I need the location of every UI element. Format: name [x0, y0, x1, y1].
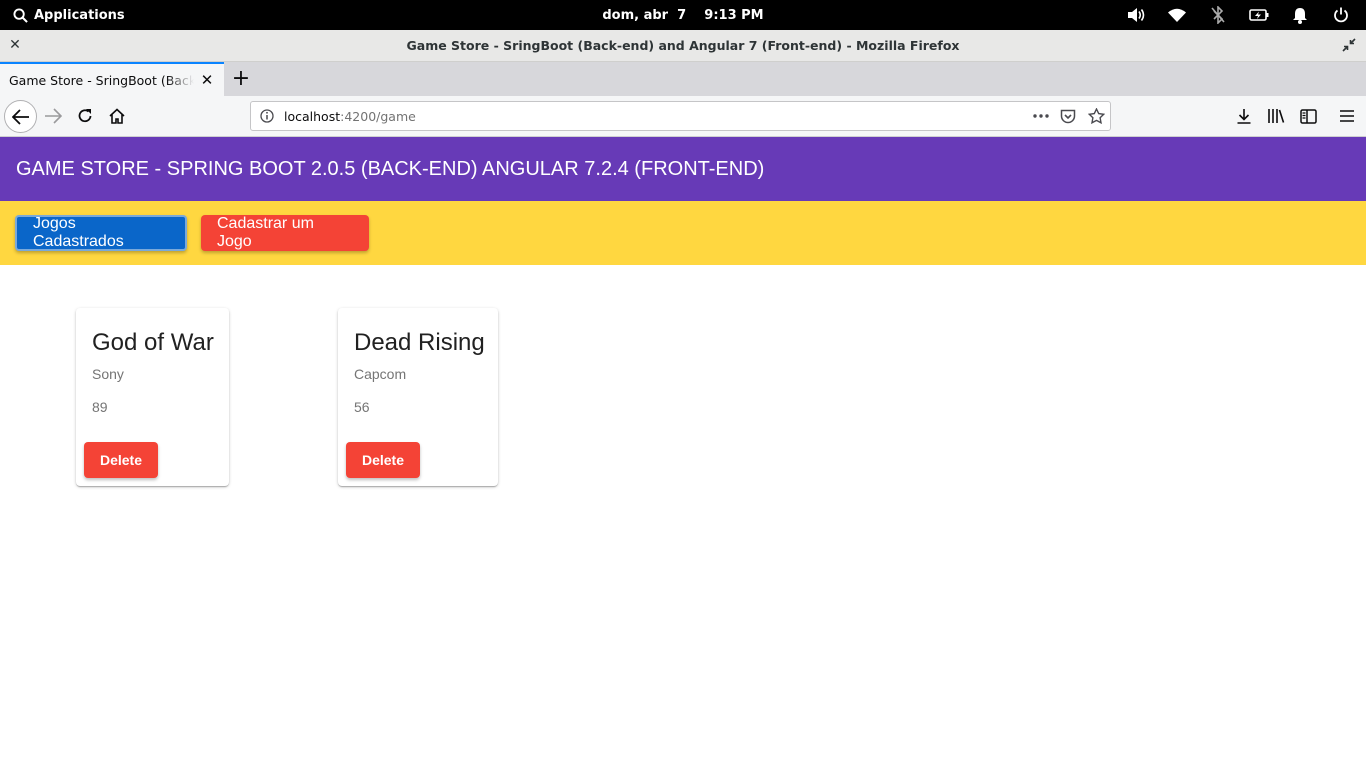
window-title-bar[interactable]: ✕ Game Store - SringBoot (Back-end) and …	[0, 30, 1366, 62]
delete-button[interactable]: Delete	[84, 442, 158, 478]
game-title: God of War	[92, 329, 214, 356]
delete-button[interactable]: Delete	[346, 442, 420, 478]
applications-label: Applications	[34, 7, 125, 23]
home-icon[interactable]	[102, 101, 132, 131]
game-publisher: Capcom	[354, 366, 407, 382]
notifications-icon[interactable]	[1289, 4, 1311, 26]
wifi-icon[interactable]	[1166, 4, 1188, 26]
reload-icon[interactable]	[70, 101, 100, 131]
volume-icon[interactable]	[1125, 4, 1147, 26]
game-score: 56	[354, 399, 370, 415]
applications-menu[interactable]: Applications	[13, 0, 125, 30]
game-card: Dead Rising Capcom 56 Delete	[338, 308, 498, 486]
game-card: God of War Sony 89 Delete	[76, 308, 229, 486]
tab-title: Game Store - SringBoot (Back-end) and An…	[9, 72, 194, 88]
library-icon[interactable]	[1261, 101, 1291, 131]
back-icon[interactable]	[4, 100, 37, 133]
clock[interactable]: dom, abr 7 9:13 PM	[602, 8, 763, 23]
new-tab-icon[interactable]: +	[230, 66, 252, 91]
power-icon[interactable]	[1330, 4, 1352, 26]
system-top-bar: Applications dom, abr 7 9:13 PM	[0, 0, 1366, 30]
app-nav: Jogos Cadastrados Cadastrar um Jogo	[0, 201, 1366, 265]
pocket-icon[interactable]	[1059, 107, 1077, 125]
app-title: GAME STORE - SPRING BOOT 2.0.5 (BACK-END…	[16, 157, 765, 180]
game-title: Dead Rising	[354, 329, 485, 356]
bookmark-star-icon[interactable]	[1087, 107, 1105, 125]
register-game-button[interactable]: Cadastrar um Jogo	[201, 215, 369, 251]
unmaximize-icon[interactable]	[1342, 37, 1358, 53]
url-path: :4200/game	[340, 108, 416, 124]
tab-close-icon[interactable]: ✕	[199, 71, 215, 89]
forward-icon[interactable]	[38, 101, 68, 131]
navigation-toolbar: localhost:4200/game	[0, 96, 1366, 137]
menu-icon[interactable]	[1332, 101, 1362, 131]
list-games-button[interactable]: Jogos Cadastrados	[15, 215, 187, 251]
window-title: Game Store - SringBoot (Back-end) and An…	[406, 38, 960, 53]
bluetooth-off-icon[interactable]	[1207, 4, 1229, 26]
web-page: GAME STORE - SPRING BOOT 2.0.5 (BACK-END…	[0, 137, 1366, 768]
app-header: GAME STORE - SPRING BOOT 2.0.5 (BACK-END…	[0, 137, 1366, 201]
game-publisher: Sony	[92, 366, 124, 382]
sidebar-icon[interactable]	[1293, 101, 1323, 131]
search-icon	[13, 7, 28, 23]
url-text[interactable]: localhost:4200/game	[284, 102, 416, 130]
tab-strip: Game Store - SringBoot (Back-end) and An…	[0, 62, 1366, 96]
tab-game-store[interactable]: Game Store - SringBoot (Back-end) and An…	[0, 62, 224, 96]
game-score: 89	[92, 399, 108, 415]
url-host: localhost	[284, 108, 341, 124]
url-bar[interactable]: localhost:4200/game	[250, 101, 1111, 131]
page-actions-icon[interactable]	[1032, 107, 1050, 125]
downloads-icon[interactable]	[1229, 101, 1259, 131]
battery-icon[interactable]	[1248, 4, 1270, 26]
site-info-icon[interactable]	[260, 109, 274, 123]
